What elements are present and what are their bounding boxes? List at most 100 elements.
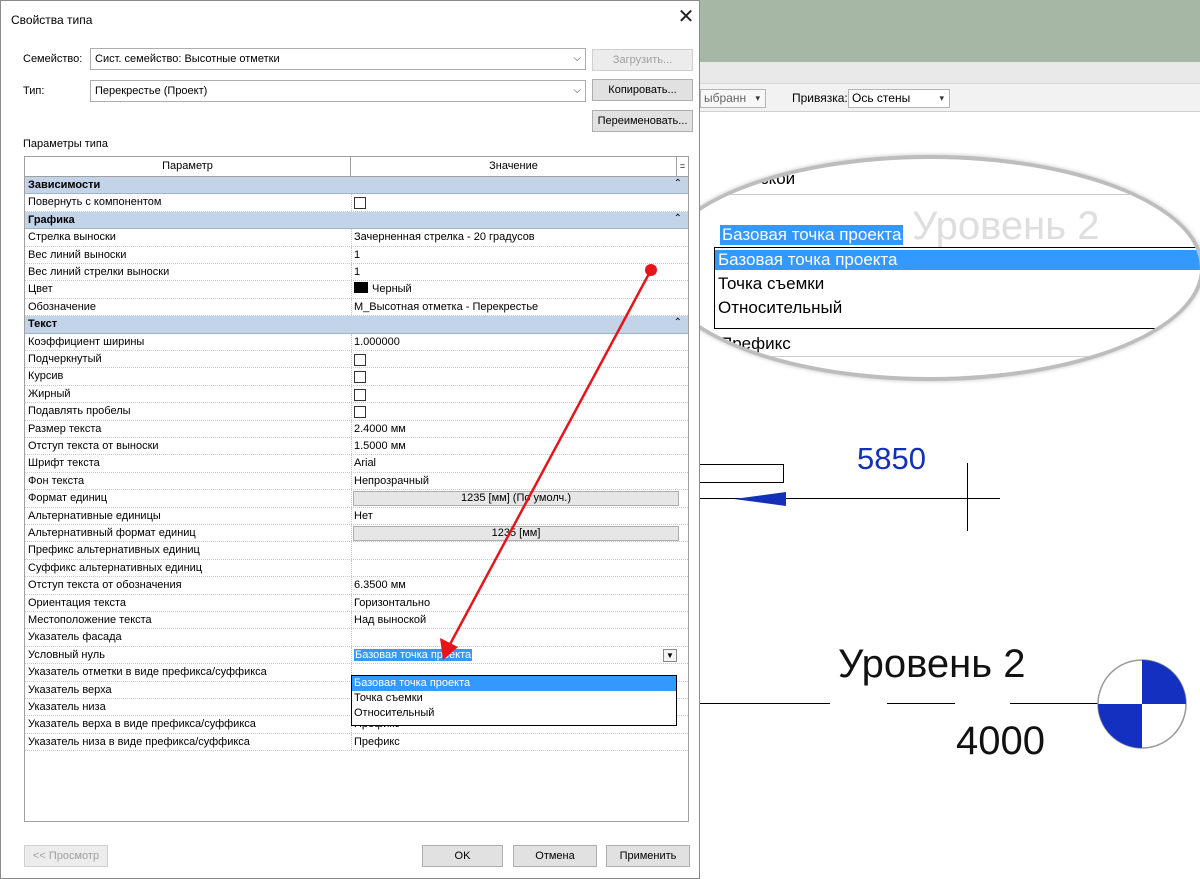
parameter-row[interactable]: Подавлять пробелы xyxy=(25,403,688,421)
level-elevation: 4000 xyxy=(956,719,1045,763)
parameter-value[interactable]: 1 xyxy=(354,248,680,263)
column-separator xyxy=(351,229,352,246)
group-header-row[interactable]: Графика ⌃ xyxy=(25,211,688,230)
parameter-name: Шрифт текста xyxy=(28,457,100,470)
parameter-row[interactable]: Жирный xyxy=(25,385,688,404)
parameter-row[interactable]: Отступ текста от выноски 1.5000 мм xyxy=(25,438,688,456)
parameter-name: Указатель верха xyxy=(28,683,112,696)
mag-bottom-text: Префикс xyxy=(720,334,791,353)
collapse-icon[interactable]: ⌃ xyxy=(674,178,682,189)
parameter-row[interactable]: Формат единиц 1235 [мм] (По умолч.) xyxy=(25,490,688,508)
units-format-button[interactable]: 1235 [мм] (По умолч.) xyxy=(353,491,679,507)
mag-option: Относительный xyxy=(718,298,843,317)
chevron-down-icon[interactable]: ▼ xyxy=(663,648,677,662)
parameter-row[interactable]: Указатель низа в виде префикса/суффикса П… xyxy=(25,733,688,752)
parameter-name: Вес линий стрелки выноски xyxy=(28,266,170,278)
parameter-value[interactable]: 1.000000 xyxy=(354,335,680,350)
parameter-row[interactable]: Вес линий стрелки выноски 1 xyxy=(25,264,688,282)
parameter-row[interactable]: Повернуть с компонентом xyxy=(25,194,688,212)
parameter-row[interactable]: Стрелка выноски Зачерненная стрелка - 20 … xyxy=(25,229,688,247)
parameter-value[interactable]: Префикс xyxy=(354,735,680,750)
parameter-row[interactable]: Указатель фасада xyxy=(25,629,688,647)
ok-button[interactable]: OK xyxy=(422,845,503,867)
group-header-row[interactable]: Зависимости ⌃ xyxy=(25,177,688,195)
parameter-row[interactable]: Цвет Черный xyxy=(25,281,688,299)
collapse-icon[interactable]: ⌃ xyxy=(674,317,682,328)
copy-button[interactable]: Копировать... xyxy=(592,79,693,101)
parameter-row[interactable]: Суффикс альтернативных единиц xyxy=(25,559,688,578)
checkbox[interactable] xyxy=(354,354,366,366)
parameter-row[interactable]: Обозначение М_Высотная отметка - Перекрес… xyxy=(25,298,688,317)
parameter-value[interactable]: 1.5000 мм xyxy=(354,439,680,454)
close-icon[interactable]: ✕ xyxy=(675,7,697,29)
group-title: Графика xyxy=(28,213,75,226)
checkbox[interactable] xyxy=(354,406,366,419)
parameter-row[interactable]: Вес линий выноски 1 xyxy=(25,246,688,264)
parameter-row[interactable]: Размер текста 2.4000 мм xyxy=(25,420,688,438)
dim-line xyxy=(700,464,784,465)
load-button[interactable]: Загрузить... xyxy=(592,49,693,71)
column-separator xyxy=(351,629,352,646)
checkbox[interactable] xyxy=(354,197,366,210)
parameter-row[interactable]: Префикс альтернативных единиц xyxy=(25,542,688,560)
collapse-icon[interactable]: ⌃ xyxy=(674,213,682,224)
parameter-value[interactable]: Черный xyxy=(354,282,680,297)
level-head-icon xyxy=(1097,659,1187,749)
column-separator xyxy=(351,577,352,594)
parameter-row[interactable]: Альтернативные единицы Нет xyxy=(25,507,688,525)
parameter-value[interactable]: Нет xyxy=(354,509,680,524)
parameter-value[interactable]: 6.3500 мм xyxy=(354,578,680,593)
snap-select[interactable]: Ось стены ▾ xyxy=(848,89,950,108)
column-separator xyxy=(351,507,352,524)
parameter-row[interactable]: Альтернативный формат единиц 1235 [мм] xyxy=(25,525,688,543)
dim-line xyxy=(783,464,784,483)
group-header-row[interactable]: Текст ⌃ xyxy=(25,316,688,334)
selected-value: Базовая точка проекта xyxy=(354,648,473,661)
parameter-row[interactable]: Отступ текста от обозначения 6.3500 мм xyxy=(25,577,688,595)
parameter-value[interactable]: Arial xyxy=(354,456,680,471)
parameter-row[interactable]: Условный нуль Базовая точка проекта ▼ xyxy=(25,646,688,665)
column-header-value[interactable]: Значение xyxy=(351,157,677,176)
column-header-formula[interactable]: = xyxy=(677,157,688,176)
column-header-parameter[interactable]: Параметр xyxy=(25,157,351,176)
parameter-row[interactable]: Фон текста Непрозрачный xyxy=(25,472,688,491)
checkbox[interactable] xyxy=(354,371,366,384)
filter-select[interactable]: ыбранн ▾ xyxy=(700,89,766,108)
apply-button[interactable]: Применить xyxy=(606,845,690,867)
parameter-row[interactable]: Подчеркнутый xyxy=(25,351,688,369)
checkbox[interactable] xyxy=(354,388,366,401)
dropdown-option[interactable]: Точка съемки xyxy=(352,691,676,706)
level-name: Уровень 2 xyxy=(838,642,1026,686)
dropdown-option[interactable]: Относительный xyxy=(352,706,676,721)
parameter-value[interactable]: Над выноской xyxy=(354,613,680,628)
parameter-row[interactable]: Шрифт текста Arial xyxy=(25,455,688,473)
cancel-button[interactable]: Отмена xyxy=(513,845,597,867)
parameter-value[interactable]: М_Высотная отметка - Перекрестье xyxy=(354,300,680,315)
filter-select-value: ыбранн xyxy=(704,91,747,105)
parameter-value[interactable]: Непрозрачный xyxy=(354,474,680,489)
preview-button[interactable]: << Просмотр xyxy=(24,845,108,867)
parameter-row[interactable]: Местоположение текста Над выноской xyxy=(25,612,688,630)
dropdown-option[interactable]: Базовая точка проекта xyxy=(352,676,676,691)
parameter-value[interactable]: 1 xyxy=(354,265,680,280)
family-select[interactable]: Сист. семейство: Высотные отметки ⌵ xyxy=(90,48,586,70)
parameter-value[interactable]: Горизонтально xyxy=(354,596,680,611)
revit-ribbon-strip xyxy=(700,62,1200,84)
family-select-value: Сист. семейство: Высотные отметки xyxy=(95,53,280,65)
parameter-row[interactable]: Курсив xyxy=(25,368,688,386)
column-separator xyxy=(351,351,352,368)
zero-point-dropdown-list[interactable]: Базовая точка проекта Точка съемки Относ… xyxy=(351,675,677,726)
zero-point-select[interactable]: Базовая точка проекта xyxy=(354,648,680,663)
parameter-name: Альтернативный формат единиц xyxy=(28,527,196,539)
parameter-row[interactable]: Ориентация текста Горизонтально xyxy=(25,594,688,612)
parameter-name: Указатель низа в виде префикса/суффикса xyxy=(28,735,250,748)
rename-button[interactable]: Переименовать... xyxy=(592,110,693,132)
parameter-value[interactable]: Зачерненная стрелка - 20 градусов xyxy=(354,230,680,245)
parameter-name: Цвет xyxy=(28,283,53,296)
family-label: Семейство: xyxy=(23,53,83,65)
units-format-button[interactable]: 1235 [мм] xyxy=(353,526,679,541)
parameter-value[interactable]: 2.4000 мм xyxy=(354,422,680,437)
type-properties-dialog: Свойства типа ✕ Семейство: Сист. семейст… xyxy=(0,0,700,879)
parameter-row[interactable]: Коэффициент ширины 1.000000 xyxy=(25,333,688,351)
type-select[interactable]: Перекрестье (Проект) ⌵ xyxy=(90,80,586,102)
